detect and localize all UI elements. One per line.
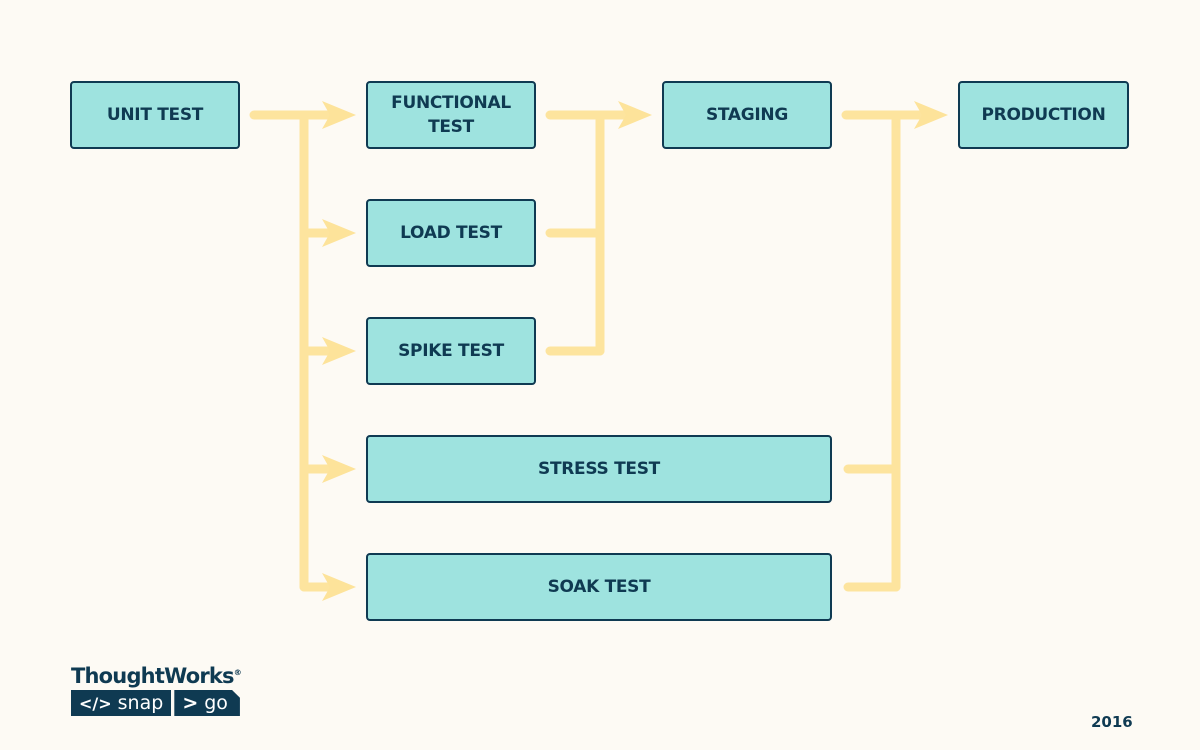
snap-label: snap <box>117 692 164 714</box>
play-arrow-icon: > <box>182 692 199 714</box>
brand-text: ThoughtWorks <box>71 664 235 688</box>
snap-badge: </> snap <box>71 690 172 716</box>
node-stress-test: STRESS TEST <box>366 435 832 503</box>
registered-mark: ® <box>233 668 242 677</box>
node-load-test: LOAD TEST <box>366 199 536 267</box>
node-soak-test: SOAK TEST <box>366 553 832 621</box>
node-label-line2: TEST <box>428 117 474 137</box>
go-badge: > go <box>174 690 240 716</box>
node-label: UNIT TEST <box>106 105 204 125</box>
node-unit-test: UNIT TEST <box>70 81 240 149</box>
thoughtworks-logo: ThoughtWorks® </> snap > go <box>71 664 242 716</box>
node-label: SPIKE TEST <box>398 341 504 361</box>
node-production: PRODUCTION <box>958 81 1129 149</box>
node-label: SOAK TEST <box>547 577 651 597</box>
year-label: 2016 <box>1091 713 1133 731</box>
node-functional-test: FUNCTIONAL TEST <box>366 81 536 149</box>
brand-name: ThoughtWorks® <box>71 664 242 688</box>
node-label: LOAD TEST <box>400 223 502 243</box>
node-staging: STAGING <box>662 81 832 149</box>
node-label: STRESS TEST <box>538 459 660 479</box>
code-icon: </> <box>79 693 112 713</box>
node-label: PRODUCTION <box>981 105 1106 125</box>
node-label-line1: FUNCTIONAL <box>391 93 511 113</box>
go-label: go <box>204 692 228 714</box>
node-label: STAGING <box>705 105 789 125</box>
node-spike-test: SPIKE TEST <box>366 317 536 385</box>
